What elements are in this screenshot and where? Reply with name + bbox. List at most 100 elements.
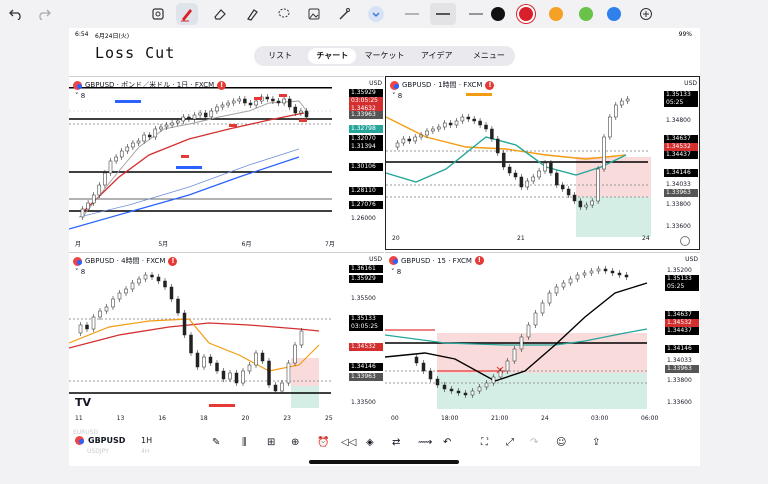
candle (215, 362, 219, 372)
tab-list[interactable]: リスト (256, 48, 304, 64)
indicator-collapse[interactable]: ˅ 8 (392, 92, 402, 100)
alert-icon[interactable]: ! (474, 256, 484, 265)
panel-title-daily[interactable]: GBPUSD · ポンド／米ドル · 1日 · FXCM! (73, 80, 227, 90)
alert-icon[interactable]: ! (217, 80, 227, 90)
tab-menu[interactable]: メニュー (465, 48, 513, 64)
candle (519, 336, 524, 350)
medium-line-icon[interactable] (430, 3, 456, 25)
panel-title-4h[interactable]: GBPUSD · 4時間 · FXCM! (73, 256, 178, 266)
color-swatch-2[interactable] (548, 4, 564, 24)
indicator-icon[interactable]: ⫼ (242, 435, 247, 449)
tab-ideas[interactable]: アイデア (413, 48, 461, 64)
candle (103, 172, 107, 186)
draw-icon[interactable]: ✎ (212, 435, 220, 449)
candle (624, 274, 629, 278)
color-picker-add-icon[interactable] (638, 4, 654, 24)
chevron-down-icon[interactable] (368, 6, 384, 22)
undo-icon[interactable] (8, 4, 24, 24)
candle (582, 272, 587, 276)
time-label: 6月 (241, 241, 252, 248)
thick-line-icon[interactable] (466, 4, 486, 24)
tab-market[interactable]: マーケット (360, 48, 408, 64)
gbpusd-flag-icon (73, 256, 82, 266)
settings-icon[interactable]: ⇄ (392, 435, 400, 449)
main-tab-bar: リスト チャート マーケット アイデア メニュー (254, 46, 515, 66)
chart-canvas-4h[interactable] (69, 253, 384, 427)
expand-icon[interactable]: ⤢ (506, 435, 514, 449)
price-label: 1.34146 (665, 345, 699, 353)
time-label: 13 (116, 415, 125, 422)
time-label: 23 (283, 415, 291, 422)
panel-title-1h[interactable]: GBPUSD · 1時間 · FXCM! (390, 80, 495, 90)
scan-icon[interactable] (150, 4, 166, 24)
magic-icon[interactable] (336, 4, 352, 24)
tab-chart[interactable]: チャート (308, 48, 357, 64)
panel-title-15m[interactable]: GBPUSD · 15 · FXCM! (389, 256, 484, 265)
lasso-icon[interactable] (276, 4, 292, 24)
pen-icon[interactable] (176, 3, 198, 25)
layout-icon[interactable]: ⊞ (267, 435, 275, 449)
candle (608, 116, 612, 138)
share-icon[interactable]: ⇪ (592, 435, 600, 449)
price-label: 1.32070 (349, 135, 383, 143)
candle (533, 312, 538, 326)
symbol-selector[interactable]: GBPUSD (88, 436, 125, 445)
time-label: 20 (392, 235, 400, 242)
image-icon[interactable] (306, 4, 322, 24)
chart-canvas-1h[interactable] (386, 77, 700, 250)
gbpusd-flag-icon (390, 80, 399, 90)
indicator-collapse[interactable]: ˅ 8 (75, 92, 85, 100)
fullscreen-icon[interactable]: ⛶ (481, 435, 488, 449)
redo-icon[interactable]: ↷ (530, 435, 538, 449)
time-label: 03:00 (591, 415, 609, 422)
interval-selector[interactable]: 1H (141, 436, 152, 445)
price-label: 1.33963 (664, 189, 698, 197)
candle (228, 372, 232, 380)
color-swatch-0[interactable] (490, 4, 506, 24)
price-label: 1.34800 (666, 117, 691, 124)
redo-icon[interactable] (36, 4, 52, 24)
alert-icon[interactable]: ! (485, 80, 495, 90)
alert-icon[interactable]: ⏰ (317, 435, 329, 449)
chart-panel-4h[interactable]: GBPUSD · 4時間 · FXCM! ˅ 8 USD 1.36161 1.35… (69, 252, 384, 427)
candle (456, 390, 461, 394)
home-indicator[interactable] (309, 460, 459, 464)
candle (104, 306, 109, 312)
thin-line-icon[interactable] (402, 4, 422, 24)
chart-canvas-daily[interactable] (69, 77, 384, 255)
replay-icon[interactable]: ◁◁ (341, 435, 356, 449)
gbpusd-flag-icon (75, 436, 84, 445)
color-swatch-3[interactable] (578, 4, 594, 24)
tradingview-logo[interactable]: TV (75, 396, 91, 409)
candle (507, 166, 512, 174)
handwritten-note-title[interactable]: Loss Cut (95, 44, 175, 62)
chart-canvas-15m[interactable] (385, 253, 700, 427)
candle (596, 268, 601, 272)
undo-icon[interactable]: ↶ (443, 435, 451, 449)
chart-panel-daily[interactable]: GBPUSD · ポンド／米ドル · 1日 · FXCM! ˅ 8 USD 1.… (69, 76, 384, 255)
candle (163, 280, 167, 288)
candle (519, 176, 524, 188)
add-icon[interactable]: ⊕ (291, 435, 299, 449)
highlighter-icon[interactable] (244, 4, 260, 24)
compare-icon[interactable]: ⟿ (418, 435, 432, 449)
candle (243, 98, 247, 104)
color-swatch-1[interactable] (518, 4, 534, 24)
alert-icon[interactable]: ! (168, 256, 178, 266)
chart-panel-15m[interactable]: GBPUSD · 15 · FXCM! ˅ 8 USD 1.35200 1.351… (385, 252, 700, 427)
settings-gear-icon[interactable] (680, 236, 690, 246)
candle (108, 160, 113, 174)
chart-panel-1h[interactable]: GBPUSD · 1時間 · FXCM! ˅ 8 USD 1.35133 05:2… (385, 76, 700, 250)
indicator-collapse[interactable]: ˅ 8 (75, 268, 85, 276)
price-label: 1.28110 (349, 187, 383, 195)
indicator-collapse[interactable]: ˅ 8 (391, 268, 401, 276)
layers-icon[interactable]: ◈ (366, 435, 374, 449)
bulb-icon[interactable]: ☺ (556, 435, 566, 449)
candle (460, 116, 465, 122)
eraser-icon[interactable] (212, 4, 228, 24)
color-swatch-4[interactable] (606, 4, 622, 24)
candle (304, 110, 309, 118)
candle (271, 98, 275, 102)
candle (437, 126, 441, 130)
color-dot (519, 7, 533, 21)
